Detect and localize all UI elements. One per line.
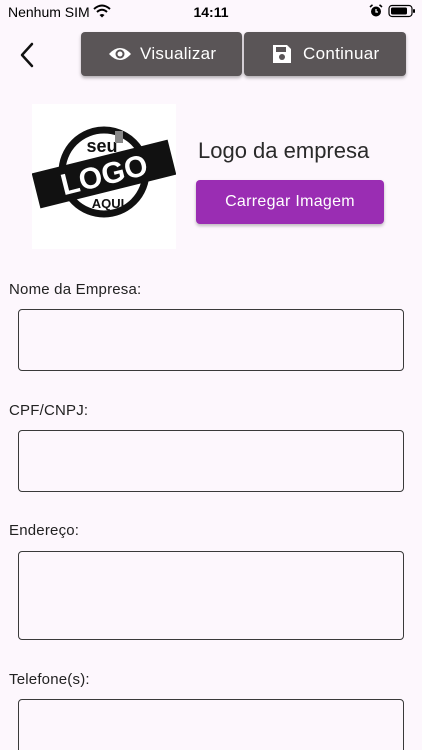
address-field[interactable] — [18, 551, 404, 640]
back-button[interactable] — [12, 38, 42, 72]
logo-image[interactable]: seu LOGO AQUI — [31, 104, 177, 249]
battery-icon — [388, 4, 415, 18]
logo-title: Logo da empresa — [198, 138, 370, 163]
status-bar: Nenhum SIM 14:11 — [0, 0, 422, 24]
chevron-left-icon — [20, 42, 34, 68]
eye-icon — [109, 48, 131, 60]
logo-placeholder-badge: seu LOGO AQUI — [31, 126, 177, 218]
cpf-cnpj-field[interactable] — [18, 430, 404, 492]
phone-field[interactable] — [18, 699, 404, 750]
company-name-field[interactable] — [18, 309, 404, 371]
continue-button[interactable]: Continuar — [244, 32, 406, 76]
save-icon — [273, 45, 291, 63]
badge-top-text: seu — [86, 136, 117, 156]
cpf-cnpj-label: CPF/CNPJ: — [9, 402, 89, 419]
alarm-icon — [369, 4, 383, 17]
trash-icon — [115, 131, 123, 143]
status-time: 14:11 — [193, 4, 229, 20]
visualize-button[interactable]: Visualizar — [81, 32, 242, 76]
company-name-label: Nome da Empresa: — [9, 281, 142, 298]
continue-label: Continuar — [303, 44, 380, 63]
badge-bottom-text: AQUI — [92, 196, 125, 211]
address-label: Endereço: — [9, 522, 80, 539]
upload-image-button[interactable]: Carregar Imagem — [196, 180, 384, 224]
visualize-label: Visualizar — [140, 44, 217, 63]
phone-label: Telefone(s): — [9, 671, 90, 688]
